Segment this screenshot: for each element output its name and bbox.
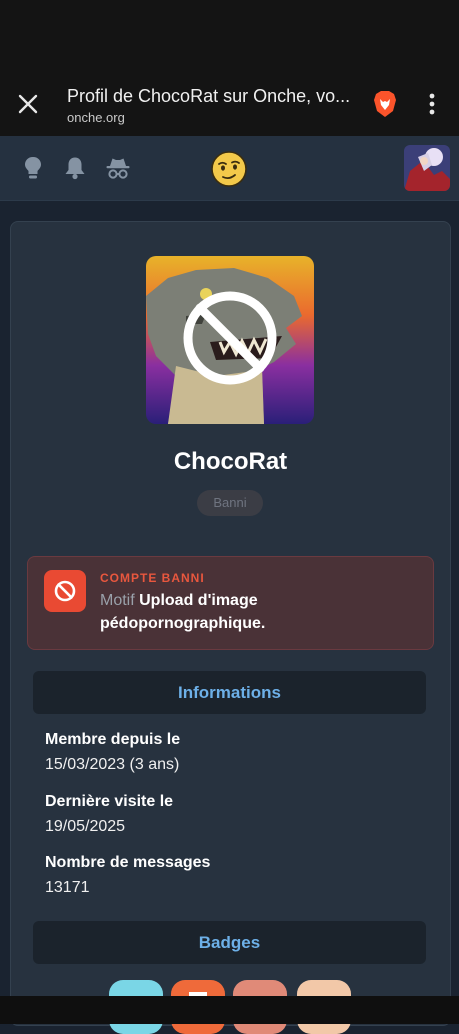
profile-avatar	[146, 256, 314, 424]
role-badge: Banni	[197, 490, 263, 516]
brave-lion-icon[interactable]	[372, 89, 398, 119]
kebab-menu-icon[interactable]	[421, 90, 443, 118]
site-navbar	[0, 136, 459, 201]
message-count-label: Nombre de messages	[45, 854, 211, 871]
last-visit-label: Dernière visite le	[45, 793, 174, 810]
profile-card: ChocoRat Banni COMPTE BANNI Motif Upload…	[10, 221, 451, 1034]
navigation-bar	[0, 996, 459, 1024]
page-title[interactable]: Profil de ChocoRat sur Onche, vo...	[67, 86, 352, 107]
smiley-mascot-icon[interactable]	[210, 150, 248, 188]
ban-icon	[44, 570, 86, 612]
bell-icon[interactable]	[62, 155, 88, 181]
user-avatar[interactable]	[404, 145, 450, 191]
user-avatar-image	[404, 145, 450, 191]
member-since-label: Membre depuis le	[45, 731, 181, 748]
ban-notice: COMPTE BANNI Motif Upload d'image pédopo…	[27, 556, 434, 650]
profile-username: ChocoRat	[173, 448, 288, 475]
badges-header[interactable]: Badges	[33, 921, 426, 964]
incognito-icon[interactable]	[105, 155, 131, 181]
browser-toolbar: Profil de ChocoRat sur Onche, vo... onch…	[0, 72, 459, 136]
last-visit-value: 19/05/2025	[45, 818, 126, 835]
status-bar	[0, 0, 459, 72]
close-icon[interactable]	[14, 90, 42, 118]
ban-title: COMPTE BANNI	[100, 571, 205, 585]
ban-reason: Motif Upload d'image pédopornographique.	[100, 589, 420, 635]
lightbulb-icon[interactable]	[20, 155, 46, 181]
ban-motif-label: Motif	[100, 592, 135, 609]
profile-avatar-image	[146, 256, 314, 424]
informations-header[interactable]: Informations	[33, 671, 426, 714]
message-count-value: 13171	[45, 879, 90, 896]
page-domain[interactable]: onche.org	[67, 110, 125, 125]
member-since-value: 15/03/2023 (3 ans)	[45, 756, 180, 773]
